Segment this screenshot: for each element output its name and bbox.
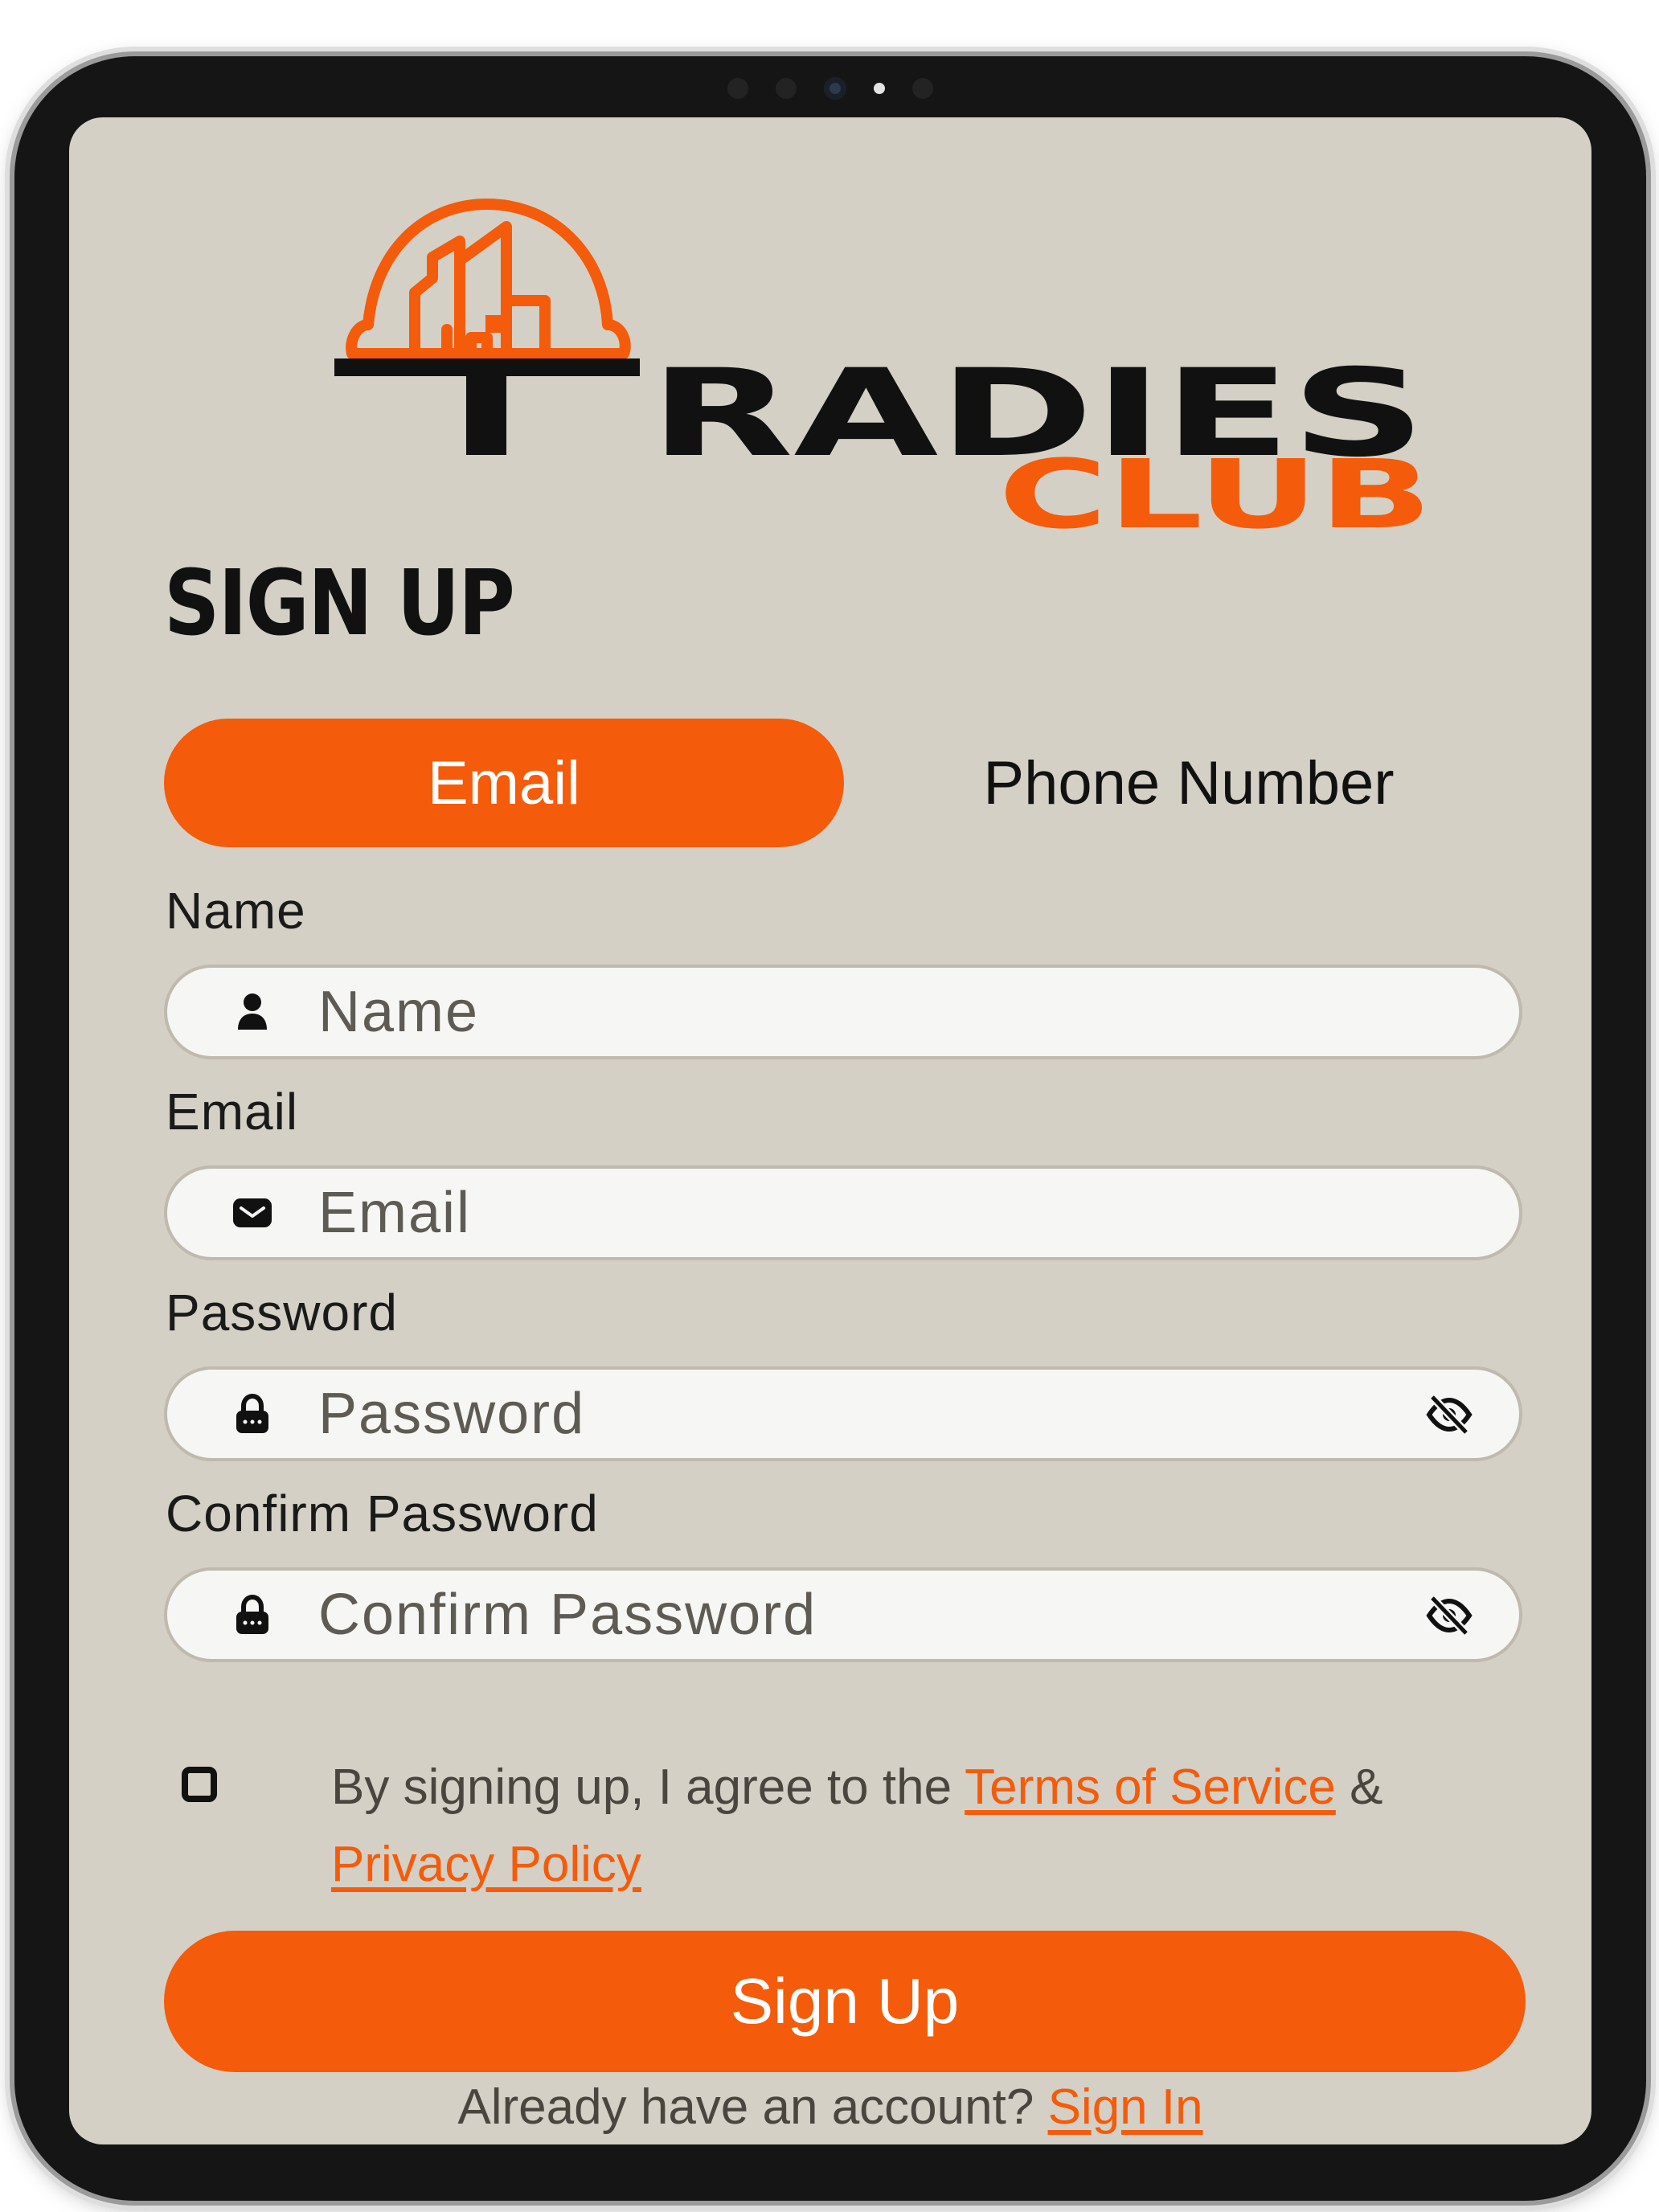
terms-of-service-link[interactable]: Terms of Service <box>965 1759 1336 1815</box>
lock-icon <box>236 1393 268 1433</box>
envelope-icon <box>233 1198 272 1227</box>
email-field[interactable] <box>164 1165 1522 1260</box>
terms-checkbox[interactable] <box>182 1767 217 1802</box>
eye-slash-icon[interactable] <box>1426 1595 1473 1636</box>
app-screen: RADIES CLUB SIGN UP Email Phone Number N… <box>69 117 1591 2144</box>
tab-email[interactable]: Email <box>164 719 844 847</box>
sign-in-prompt: Already have an account? Sign In <box>69 2079 1591 2136</box>
confirm-password-input[interactable] <box>318 1571 1363 1659</box>
light-sensor-dot <box>874 83 885 94</box>
sign-in-link[interactable]: Sign In <box>1048 2079 1203 2135</box>
signup-method-tabs: Email Phone Number <box>164 719 1522 847</box>
terms-text: By signing up, I agree to the Terms of S… <box>331 1749 1505 1903</box>
logo-text-club: CLUB <box>998 439 1432 534</box>
tab-phone-number[interactable]: Phone Number <box>855 719 1522 847</box>
sign-in-prompt-text: Already have an account? <box>457 2079 1048 2135</box>
name-input[interactable] <box>318 968 1363 1056</box>
sensor-dot <box>727 78 748 99</box>
email-label: Email <box>166 1083 299 1141</box>
sign-up-button[interactable]: Sign Up <box>164 1931 1526 2072</box>
camera-bar <box>14 77 1646 100</box>
password-label: Password <box>166 1284 398 1342</box>
confirm-password-field[interactable] <box>164 1567 1522 1662</box>
person-icon <box>238 993 267 1030</box>
eye-slash-icon[interactable] <box>1426 1394 1473 1436</box>
password-field[interactable] <box>164 1366 1522 1461</box>
tablet-frame: RADIES CLUB SIGN UP Email Phone Number N… <box>14 56 1646 2201</box>
name-label: Name <box>166 882 306 940</box>
lock-icon <box>236 1594 268 1634</box>
terms-prefix: By signing up, I agree to the <box>331 1759 965 1815</box>
camera-lens-icon <box>824 77 846 100</box>
terms-joiner: & <box>1335 1759 1383 1815</box>
sensor-dot <box>912 78 933 99</box>
tradies-club-logo: RADIES CLUB <box>334 199 1432 534</box>
sensor-dot <box>776 78 797 99</box>
window-icon <box>485 315 503 333</box>
password-input[interactable] <box>318 1370 1363 1458</box>
confirm-password-label: Confirm Password <box>166 1485 599 1542</box>
page-title: SIGN UP <box>164 551 515 656</box>
privacy-policy-link[interactable]: Privacy Policy <box>331 1837 641 1892</box>
name-field[interactable] <box>164 965 1522 1059</box>
email-input[interactable] <box>318 1169 1363 1257</box>
